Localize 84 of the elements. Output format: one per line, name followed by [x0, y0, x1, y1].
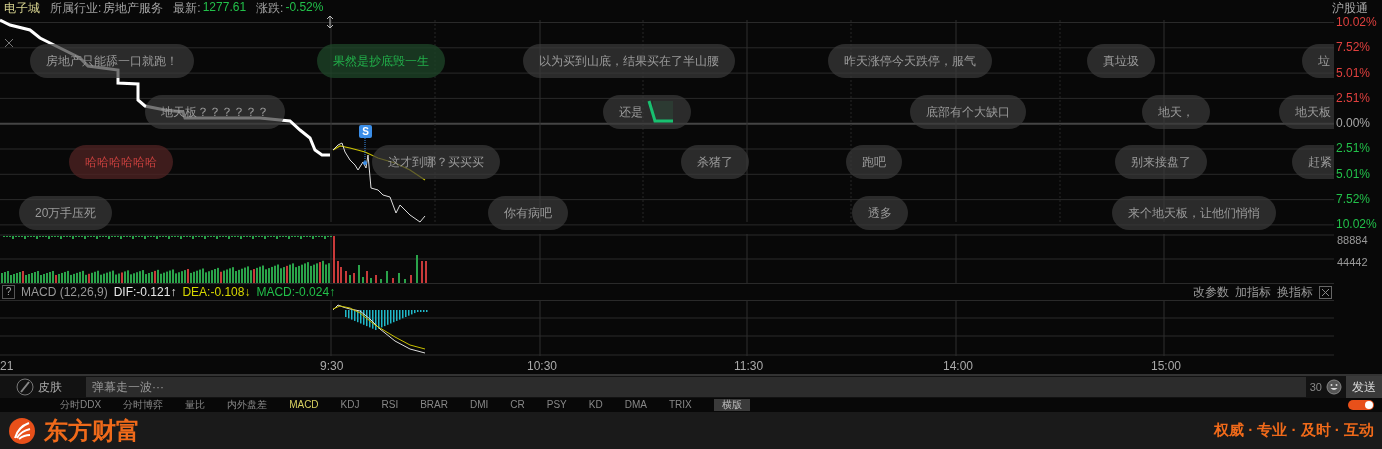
- sticker-icon: [645, 99, 675, 125]
- skin-link[interactable]: 皮肤: [38, 378, 82, 396]
- indicator-action-link[interactable]: 加指标: [1235, 283, 1271, 301]
- time-label: 11:30: [734, 359, 764, 373]
- indicator-tab[interactable]: MACD: [289, 398, 319, 412]
- indicator-tab[interactable]: CR: [510, 398, 525, 412]
- close-icon[interactable]: [1319, 285, 1332, 299]
- axis-label: 5.01%: [1335, 66, 1372, 80]
- close-icon[interactable]: [4, 38, 14, 48]
- danmaku-text: 20万手压死: [35, 204, 97, 222]
- danmaku-text: 哈哈哈哈哈哈: [85, 153, 157, 171]
- indicator-tab[interactable]: RSI: [381, 398, 399, 412]
- danmaku-text: 垃: [1318, 52, 1330, 70]
- field-value: -0.52%: [285, 0, 324, 16]
- danmaku-text: 昨天涨停今天跌停，服气: [844, 52, 976, 70]
- comment-input[interactable]: 弹幕走一波···: [86, 377, 1306, 397]
- help-button[interactable]: ?: [2, 285, 15, 299]
- indicator-tab[interactable]: DMA: [624, 398, 647, 412]
- axis-label: 10.02%: [1335, 218, 1378, 232]
- field-label: 涨跌:: [256, 0, 284, 17]
- char-count: 30: [1309, 381, 1322, 393]
- indicator-action-link[interactable]: 改参数: [1193, 283, 1229, 301]
- indicator-tab[interactable]: BRAR: [420, 398, 448, 412]
- layout-button[interactable]: 横版: [713, 399, 750, 411]
- indicator-action-link[interactable]: 换指标: [1277, 283, 1313, 301]
- indicator-title: MACD (12,26,9): [21, 285, 108, 299]
- danmaku-text: 透多: [868, 204, 892, 222]
- indicator-value: DEA:-0.108↓: [182, 285, 251, 299]
- danmaku-text: 还是: [619, 103, 643, 121]
- indicator-tab[interactable]: DMI: [469, 398, 489, 412]
- time-label: 21: [0, 359, 14, 373]
- danmaku-text: 这才到哪？买买买: [388, 153, 484, 171]
- danmaku-text: 地天，: [1158, 103, 1194, 121]
- danmaku-text: 杀猪了: [697, 153, 733, 171]
- danmaku-text: 底部有个大缺口: [926, 103, 1010, 121]
- indicator-tab[interactable]: TRIX: [668, 398, 692, 412]
- field-value: 1277.61: [202, 0, 247, 16]
- time-label: 9:30: [320, 359, 344, 373]
- time-label: 10:30: [527, 359, 558, 373]
- toggle-switch[interactable]: [1348, 400, 1374, 410]
- indicator-tab[interactable]: PSY: [546, 398, 567, 412]
- axis-label: 2.51%: [1335, 91, 1372, 105]
- danmaku-text: 赶紧: [1308, 153, 1332, 171]
- indicator-tab[interactable]: KDJ: [340, 398, 360, 412]
- double-arrow-icon[interactable]: [324, 16, 336, 28]
- send-button[interactable]: 发送: [1346, 376, 1382, 398]
- axis-label: 5.01%: [1335, 167, 1372, 181]
- axis-label: 0.00%: [1335, 117, 1372, 131]
- axis-label: 44442: [1337, 256, 1368, 268]
- field-label: 所属行业:: [50, 0, 102, 17]
- brand-name: 东方财富: [44, 415, 140, 446]
- danmaku-text: 你有病吧: [504, 204, 552, 222]
- danmaku-text: 果然是抄底毁一生: [333, 52, 429, 70]
- indicator-tab[interactable]: 分时DDX: [60, 398, 102, 412]
- indicator-tab[interactable]: 分时博弈: [123, 398, 164, 412]
- danmaku-text: 别来接盘了: [1131, 153, 1191, 171]
- field-label: 最新:: [173, 0, 201, 17]
- indicator-value: MACD:-0.024↑: [256, 285, 336, 299]
- danmaku-text: 跑吧: [862, 153, 886, 171]
- axis-label: 2.51%: [1335, 142, 1372, 156]
- signal-marker[interactable]: S: [359, 125, 372, 138]
- indicator-tab[interactable]: 量比: [185, 398, 206, 412]
- logo-icon: [8, 416, 36, 445]
- axis-label: 10.02%: [1335, 16, 1378, 29]
- indicator-tab[interactable]: 内外盘差: [227, 398, 268, 412]
- axis-label: 7.52%: [1335, 193, 1372, 207]
- slogan: 权威 · 专业 · 及时 · 互动: [1214, 421, 1374, 440]
- brush-icon[interactable]: [16, 378, 34, 396]
- signal-pointer-line: [363, 137, 367, 165]
- axis-label: 7.52%: [1335, 41, 1372, 55]
- emoji-icon[interactable]: [1326, 379, 1342, 395]
- danmaku-text: 地天板: [1295, 103, 1331, 121]
- danmaku-text: 以为买到山底，结果买在了半山腰: [539, 52, 719, 70]
- time-label: 15:00: [1151, 359, 1182, 373]
- danmaku-text: 真垃圾: [1103, 52, 1139, 70]
- connect-badge[interactable]: 沪股通: [1332, 0, 1368, 17]
- indicator-value: DIF:-0.121↑: [113, 285, 177, 299]
- indicator-tab[interactable]: KD: [588, 398, 603, 412]
- danmaku-text: 房地产只能舔一口就跑！: [46, 52, 178, 70]
- axis-label: 88884: [1337, 234, 1368, 246]
- field-value: 房地产服务: [103, 0, 164, 17]
- danmaku-text: 来个地天板，让他们悄悄: [1128, 204, 1260, 222]
- time-label: 14:00: [943, 359, 974, 373]
- stock-name: 电子城: [4, 0, 40, 17]
